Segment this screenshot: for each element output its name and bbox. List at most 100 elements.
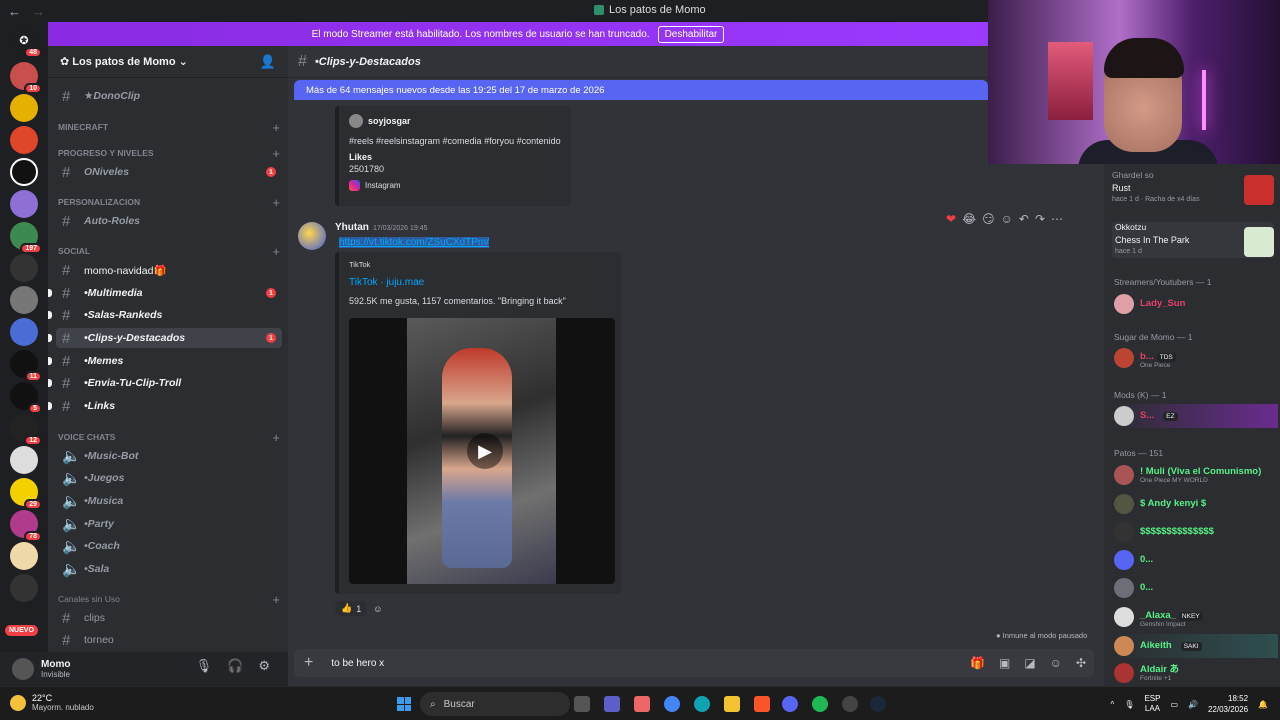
chrome-icon[interactable] <box>664 696 680 712</box>
back-arrow-icon[interactable]: ← <box>8 4 24 19</box>
headphones-icon[interactable]: 🎧 <box>227 658 243 674</box>
copilot-icon[interactable] <box>634 696 650 712</box>
channel-multimedia[interactable]: # •Multimedia 1 <box>48 283 282 303</box>
more-icon[interactable]: ⋯ <box>1051 212 1063 226</box>
category-minecraft[interactable]: MINECRAFT + <box>58 120 280 135</box>
emoji-icon[interactable]: ☺ <box>1050 656 1062 670</box>
message-composer[interactable]: + to be hero x 🎁 ▣ ◪ ☺ ✣ <box>294 649 1094 677</box>
discord-home-icon[interactable]: ✪ 48 <box>10 26 42 58</box>
voice-juegos[interactable]: 🔈 •Juegos <box>56 468 282 488</box>
voice-musica[interactable]: 🔈 •Musica <box>56 491 282 511</box>
member[interactable]: 0... <box>1114 576 1278 600</box>
server-icon[interactable] <box>10 254 38 282</box>
reaction-chip[interactable]: 👍 1 <box>335 601 368 616</box>
plus-icon[interactable]: + <box>272 120 280 135</box>
plus-icon[interactable]: + <box>272 146 280 161</box>
taskbar-search[interactable]: ⌕ Buscar <box>420 692 570 716</box>
server-icon[interactable] <box>10 126 38 154</box>
server-icon[interactable] <box>10 158 38 186</box>
member[interactable]: b... TDS One Piece <box>1114 346 1278 370</box>
member[interactable]: _Alaxa_ NKEY Genshin Impact <box>1114 605 1278 629</box>
message-input[interactable]: to be hero x <box>331 658 384 669</box>
apps-icon[interactable]: ✣ <box>1076 656 1086 670</box>
avatar[interactable] <box>12 658 34 680</box>
voice-sala[interactable]: 🔈 •Sala <box>56 559 282 579</box>
channel-auto-roles[interactable]: # Auto-Roles <box>56 211 282 231</box>
add-member-icon[interactable]: 👤 <box>260 54 276 70</box>
channel-clips[interactable]: # clips <box>56 608 282 628</box>
voice-party[interactable]: 🔈 •Party <box>56 514 282 534</box>
member[interactable]: Lady_Sun <box>1114 292 1278 316</box>
forward-icon[interactable]: ↷ <box>1035 212 1045 226</box>
edge-icon[interactable] <box>694 696 710 712</box>
server-icon[interactable]: 11 <box>10 350 42 382</box>
server-header[interactable]: ✿ Los patos de Momo ⌄ 👤 <box>48 46 288 78</box>
channel-torneo[interactable]: # torneo <box>56 630 282 650</box>
server-icon[interactable] <box>10 542 38 570</box>
weather-widget[interactable]: 22°C Mayorm. nublado <box>10 693 94 712</box>
network-icon[interactable]: ▭ <box>1170 700 1178 709</box>
file-explorer-icon[interactable] <box>724 696 740 712</box>
gif-icon[interactable]: ▣ <box>999 656 1010 670</box>
channel-momo-navidad[interactable]: # momo-navidad🎁 <box>56 260 282 280</box>
new-messages-bar[interactable]: Más de 64 mensajes nuevos desde las 19:2… <box>294 80 988 100</box>
play-icon[interactable]: ▶ <box>467 433 503 469</box>
heart-reaction-icon[interactable]: ❤ <box>946 212 956 226</box>
channel-niveles[interactable]: # ONiveles 1 <box>56 162 282 182</box>
member[interactable]: ! Muli (Viva el Comunismo) One Piece MY W… <box>1114 463 1278 487</box>
emoji-reaction-icon[interactable]: 😏 <box>982 212 995 226</box>
add-reaction-icon[interactable]: ☺ <box>1001 212 1013 226</box>
message-author[interactable]: Yhutan <box>335 222 369 233</box>
notification-icon[interactable]: 🔔 <box>1258 700 1268 709</box>
channel-links[interactable]: # •Links <box>48 396 282 416</box>
server-icon[interactable]: 12 <box>10 414 42 446</box>
gear-icon[interactable]: ⚙ <box>258 658 270 674</box>
obs-icon[interactable] <box>842 696 858 712</box>
embed-title[interactable]: TikTok · juju.mae <box>349 277 611 288</box>
clock[interactable]: 18:52 22/03/2026 <box>1208 693 1248 715</box>
channel-clips-y-destacados[interactable]: # •Clips-y-Destacados 1 <box>48 328 282 348</box>
gift-icon[interactable]: 🎁 <box>970 656 985 670</box>
brave-icon[interactable] <box>754 696 770 712</box>
category-progreso[interactable]: PROGRESO Y NIVELES + <box>58 146 280 161</box>
plus-icon[interactable]: + <box>272 195 280 210</box>
server-icon[interactable]: 197 <box>10 222 42 254</box>
task-view-icon[interactable] <box>574 696 590 712</box>
forward-arrow-icon[interactable]: → <box>32 4 48 19</box>
member[interactable]: Aldair あ Fortnite +1 <box>1114 661 1278 685</box>
member[interactable]: S... EZ <box>1114 404 1278 428</box>
message-link[interactable]: https://vt.tiktok.com/ZSuCXdTPm/ <box>339 237 490 248</box>
category-social[interactable]: SOCIAL + <box>58 244 280 259</box>
windows-start-icon[interactable] <box>397 697 411 711</box>
attach-plus-icon[interactable]: + <box>304 654 313 672</box>
channel-memes[interactable]: # •Memes <box>48 351 282 371</box>
server-icon[interactable]: 78 <box>10 510 42 542</box>
plus-icon[interactable]: + <box>272 430 280 445</box>
add-reaction-icon[interactable]: ☺ <box>373 604 382 614</box>
server-icon[interactable] <box>10 286 38 314</box>
discord-icon[interactable] <box>782 696 798 712</box>
server-icon[interactable] <box>10 574 38 602</box>
member[interactable]: $$$$$$$$$$$$$$ <box>1114 520 1278 544</box>
plus-icon[interactable]: + <box>272 244 280 259</box>
language-indicator[interactable]: ESP LAA <box>1144 694 1160 714</box>
steam-icon[interactable] <box>870 696 886 712</box>
microphone-icon[interactable]: 🎙 <box>196 658 213 674</box>
server-icon[interactable] <box>10 446 38 474</box>
disable-button[interactable]: Deshabilitar <box>657 25 725 43</box>
category-personalizacion[interactable]: PERSONALIZACION + <box>58 195 280 210</box>
microphone-icon[interactable]: 🎙 <box>1124 700 1134 709</box>
activity-card[interactable]: Ghardel so Rust hace 1 d · Racha de x4 d… <box>1112 170 1274 206</box>
video-thumbnail[interactable]: ▶ <box>349 318 615 584</box>
voice-coach[interactable]: 🔈 •Coach <box>56 536 282 556</box>
server-icon[interactable]: 10 <box>10 62 42 94</box>
server-icon[interactable] <box>10 318 38 346</box>
volume-icon[interactable]: 🔊 <box>1188 700 1198 709</box>
channel-donoclip[interactable]: # ★DonoClip <box>56 86 282 106</box>
activity-card[interactable]: Okkotzu Chess In The Park hace 1 d <box>1112 222 1274 258</box>
member[interactable]: 0... <box>1114 548 1278 572</box>
reply-icon[interactable]: ↶ <box>1019 212 1029 226</box>
plus-icon[interactable]: + <box>272 592 280 607</box>
category-canales-sin-uso[interactable]: Canales sin Uso + <box>58 592 280 607</box>
embed-author[interactable]: soyjosgar <box>349 114 561 128</box>
